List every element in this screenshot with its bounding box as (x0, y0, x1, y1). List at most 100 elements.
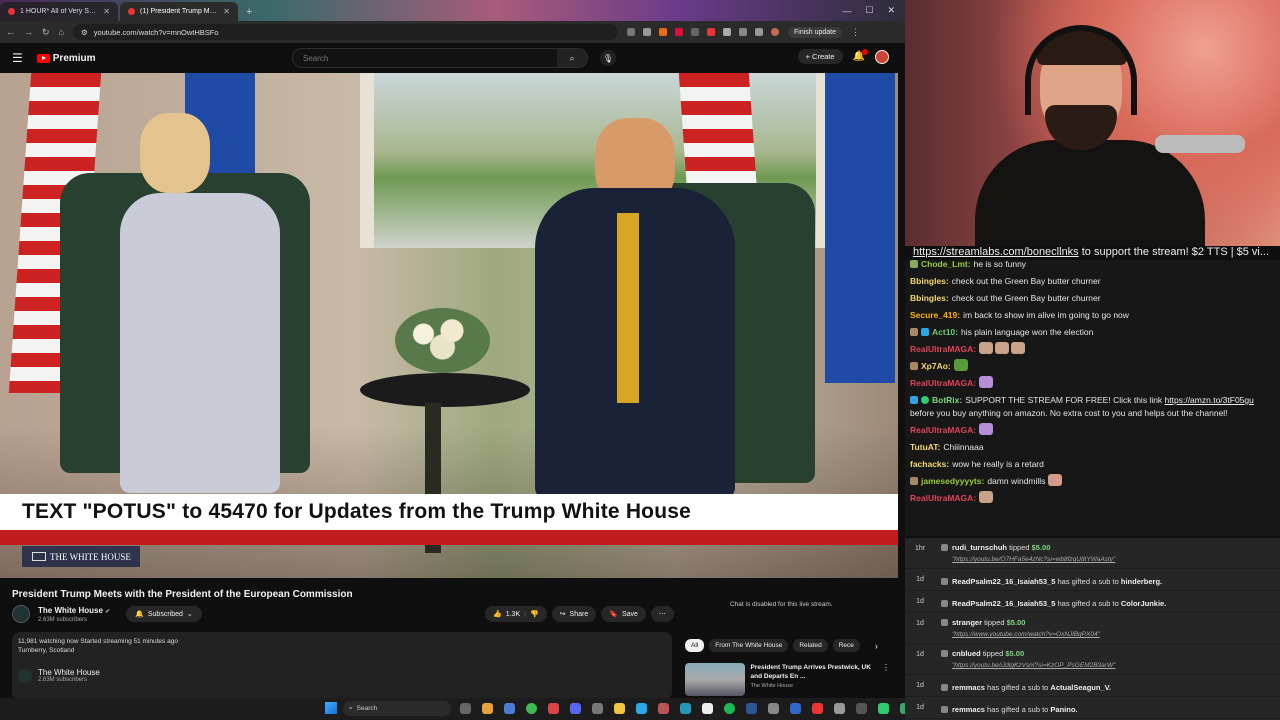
search-icon[interactable]: ⌕ (557, 49, 587, 67)
event-body: remmacs has gifted a sub to ActualSeagun… (935, 678, 1111, 693)
taskbar-search[interactable]: ⌕ Search (343, 701, 451, 716)
event-body: ReadPsalm22_16_Isaiah53_5 has gifted a s… (935, 572, 1162, 587)
chat-link[interactable]: https://amzn.to/3tF05gu (1165, 395, 1254, 405)
close-window-icon[interactable]: ✕ (887, 5, 895, 16)
chat-badge-icon (910, 396, 918, 404)
app-icon[interactable] (746, 703, 757, 714)
spotify-icon[interactable] (724, 703, 735, 714)
chat-message: RealUltraMAGA: (910, 341, 1275, 358)
create-button[interactable]: + Create (797, 49, 843, 64)
chat-message: Bbingles: check out the Green Bay butter … (910, 273, 1275, 290)
app-icon[interactable] (680, 703, 691, 714)
chip-related[interactable]: Related (793, 639, 828, 652)
back-icon[interactable]: ← (6, 27, 15, 37)
app-icon[interactable] (834, 703, 845, 714)
headphones-icon (1025, 25, 1137, 115)
app-icon[interactable] (702, 703, 713, 714)
app-icon[interactable] (592, 703, 603, 714)
chat-username: Secure_419: (910, 310, 961, 320)
channel-name[interactable]: The White House ✔ (38, 606, 110, 615)
more-options-icon[interactable]: ⋮ (882, 663, 890, 696)
streamer-webcam (905, 0, 1280, 246)
app-icon[interactable] (768, 703, 779, 714)
chip-all[interactable]: All (685, 639, 705, 652)
search-input[interactable] (293, 53, 557, 63)
close-tab-icon[interactable]: ✕ (103, 7, 110, 16)
forward-icon[interactable]: → (24, 27, 33, 37)
chat-message: jamesedyyyyts: damn windmills (910, 473, 1275, 490)
microphone-icon[interactable]: 🎙 (600, 50, 616, 66)
description-box[interactable]: 11,981 watching now Started streaming 51… (12, 632, 672, 700)
extension-icon[interactable] (690, 28, 699, 36)
reload-icon[interactable]: ↻ (42, 27, 50, 38)
thumbs-down-icon[interactable]: 👎 (530, 610, 539, 618)
extension-icon[interactable] (626, 28, 635, 36)
menu-icon[interactable]: ☰ (12, 51, 23, 65)
like-button[interactable]: 👍 1.3K | 👎 (485, 606, 547, 622)
extension-icon[interactable] (706, 28, 715, 36)
app-icon[interactable] (482, 703, 493, 714)
event-user: remmacs (952, 705, 985, 714)
chat-message: RealUltraMAGA: (910, 422, 1275, 439)
app-icon[interactable] (658, 703, 669, 714)
youtube-logo[interactable]: Premium (36, 53, 96, 64)
app-icon[interactable] (812, 703, 823, 714)
url-field[interactable]: ⚙ youtube.com/watch?v=mnOwtHBSFo (72, 24, 618, 40)
profile-icon[interactable] (770, 28, 779, 36)
video-scene-table (360, 373, 530, 407)
app-icon[interactable] (548, 703, 559, 714)
description-channel-name[interactable]: The White House (38, 668, 100, 677)
windows-start-icon[interactable] (325, 702, 337, 714)
extension-icon[interactable] (738, 28, 747, 36)
maximize-icon[interactable]: ☐ (865, 5, 873, 16)
channel-name-text[interactable]: The White House (38, 606, 103, 615)
app-icon[interactable] (504, 703, 515, 714)
chat-text: check out the Green Bay butter churner (951, 293, 1101, 303)
task-view-icon[interactable] (460, 703, 471, 714)
app-icon[interactable] (570, 703, 581, 714)
minimize-icon[interactable]: — (842, 6, 851, 16)
app-icon[interactable] (790, 703, 801, 714)
app-icon[interactable] (636, 703, 647, 714)
notifications-bell-icon[interactable]: 🔔 (853, 49, 868, 62)
event-link[interactable]: "https://youtu.be/iJdlgKzVsnI?si=KzOP_Ps… (952, 662, 1115, 669)
chrome-icon[interactable] (526, 703, 537, 714)
star-icon[interactable] (642, 28, 651, 36)
chip-from-white-house[interactable]: From The White House (709, 639, 789, 652)
chip-recent[interactable]: Rece (832, 639, 860, 652)
account-avatar[interactable] (875, 49, 889, 64)
event-link[interactable]: "https://www.youtube.com/watch?v=OxNJlBq… (952, 631, 1100, 638)
more-menu-icon[interactable]: ⋮ (851, 27, 860, 38)
video-thumbnail[interactable] (685, 663, 745, 696)
more-actions-button[interactable]: ⋯ (650, 606, 674, 622)
channel-avatar[interactable] (18, 668, 32, 683)
event-link[interactable]: "https://youtu.be/O7HFa5e4zNc?si=wb8fzqU… (952, 556, 1115, 563)
chat-message: Act10: his plain language won the electio… (910, 324, 1275, 341)
finish-update-button[interactable]: Finish update (787, 26, 843, 38)
create-label: Create (812, 52, 835, 61)
event-action: has gifted a sub to (984, 683, 1051, 692)
recommended-video[interactable]: President Trump Arrives Prestwick, UK an… (685, 663, 890, 696)
verified-icon: ✔ (105, 608, 111, 615)
browser-tab-2[interactable]: (1) President Trump Meets ✕ (120, 2, 238, 21)
extension-icon[interactable] (658, 28, 667, 36)
file-explorer-icon[interactable] (614, 703, 625, 714)
chat-username: Act10: (932, 327, 958, 337)
browser-tab-1[interactable]: 1 HOUR* All of Very Satisfying ✕ (0, 2, 118, 21)
app-icon[interactable] (878, 703, 889, 714)
share-button[interactable]: ↪ Share (551, 606, 597, 622)
site-info-icon[interactable]: ⚙ (81, 28, 88, 37)
recommended-video-title[interactable]: President Trump Arrives Prestwick, UK an… (751, 663, 876, 681)
new-tab-icon[interactable]: + (240, 6, 258, 21)
save-button[interactable]: 🔖 Save (601, 606, 646, 622)
extension-icon[interactable] (722, 28, 731, 36)
extension-icon[interactable] (674, 28, 683, 36)
video-scene-tie (617, 213, 639, 403)
close-tab-icon[interactable]: ✕ (223, 7, 230, 16)
channel-avatar[interactable] (12, 605, 30, 623)
app-icon[interactable] (856, 703, 867, 714)
chevron-right-icon[interactable]: › (875, 641, 878, 651)
home-icon[interactable]: ⌂ (59, 27, 64, 37)
extension-icon[interactable] (754, 28, 763, 36)
subscribed-button[interactable]: 🔔 Subscribed ⌄ (126, 606, 202, 622)
